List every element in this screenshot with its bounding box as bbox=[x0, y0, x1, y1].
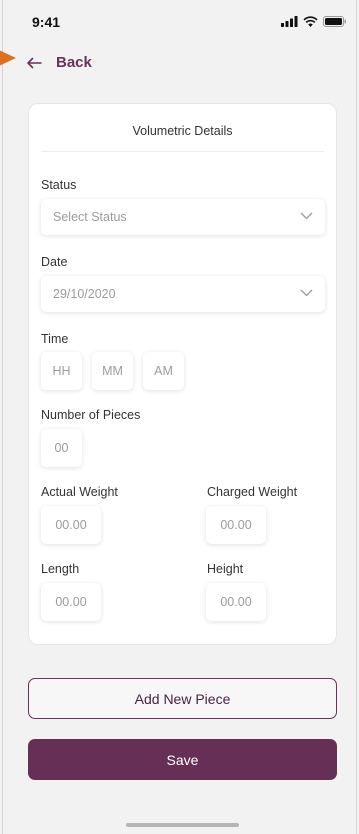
save-button[interactable]: Save bbox=[28, 739, 337, 780]
pieces-label: Number of Pieces bbox=[41, 408, 141, 422]
hour-input[interactable]: HH bbox=[41, 352, 82, 390]
wifi-icon bbox=[303, 16, 318, 27]
charged-weight-label: Charged Weight bbox=[207, 485, 298, 499]
height-input[interactable]: 00.00 bbox=[206, 583, 266, 621]
charged-weight-input[interactable]: 00.00 bbox=[206, 506, 266, 544]
back-label: Back bbox=[56, 54, 92, 71]
actual-weight-label: Actual Weight bbox=[41, 485, 118, 499]
add-new-piece-button[interactable]: Add New Piece bbox=[28, 678, 337, 719]
status-label: Status bbox=[41, 178, 77, 192]
date-select[interactable]: 29/10/2020 bbox=[41, 276, 325, 312]
length-label: Length bbox=[41, 562, 80, 576]
length-input[interactable]: 00.00 bbox=[41, 583, 101, 621]
home-indicator bbox=[126, 823, 239, 827]
arrow-left-icon bbox=[27, 57, 42, 68]
volumetric-details-card: Volumetric Details Status Select Status … bbox=[28, 103, 337, 645]
ampm-input[interactable]: AM bbox=[143, 352, 184, 390]
status-icons bbox=[281, 16, 347, 27]
minute-input[interactable]: MM bbox=[92, 352, 133, 390]
card-divider bbox=[41, 151, 324, 152]
battery-icon bbox=[323, 16, 346, 27]
date-label: Date bbox=[41, 255, 68, 269]
status-select[interactable]: Select Status bbox=[41, 199, 325, 235]
date-value: 29/10/2020 bbox=[53, 287, 116, 301]
pieces-input[interactable]: 00 bbox=[41, 429, 82, 467]
status-time: 9:41 bbox=[32, 14, 61, 30]
chevron-down-icon bbox=[300, 289, 313, 297]
cellular-icon bbox=[281, 16, 298, 27]
chevron-down-icon bbox=[300, 212, 313, 220]
status-bar: 9:41 bbox=[0, 0, 359, 44]
actual-weight-input[interactable]: 00.00 bbox=[41, 506, 101, 544]
time-label: Time bbox=[41, 332, 69, 346]
status-placeholder: Select Status bbox=[53, 210, 127, 224]
card-title: Volumetric Details bbox=[132, 124, 233, 138]
back-button[interactable]: Back bbox=[26, 54, 92, 71]
pointer-arrow bbox=[0, 44, 16, 72]
height-label: Height bbox=[207, 562, 244, 576]
